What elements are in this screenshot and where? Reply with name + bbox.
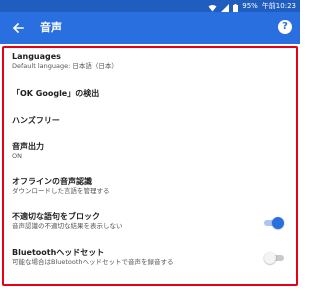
setting-languages[interactable]: Languages Default language: 日本語（日本） — [12, 52, 288, 71]
help-icon: ? — [282, 21, 288, 32]
page-title: 音声 — [40, 21, 62, 34]
setting-block-offensive-summary: 音声認識の不適切な結果を表示しない — [12, 222, 123, 230]
status-bar: 95% 午前10:23 — [0, 0, 300, 12]
setting-block-offensive[interactable]: 不適切な語句をブロック 音声認識の不適切な結果を表示しない — [12, 212, 288, 231]
setting-block-offensive-title: 不適切な語句をブロック — [12, 212, 100, 221]
setting-languages-summary: Default language: 日本語（日本） — [12, 62, 118, 70]
toggle-thumb — [264, 252, 276, 264]
battery-percent: 95% — [242, 2, 258, 10]
setting-offline-recognition[interactable]: オフラインの音声認識 ダウンロードした言語を管理する — [12, 177, 288, 196]
setting-bluetooth-headset[interactable]: Bluetoothヘッドセット 可能な場合はBluetoothヘッドセットで音声… — [12, 248, 288, 267]
back-button[interactable] — [8, 18, 28, 38]
help-button[interactable]: ? — [278, 20, 292, 34]
setting-hands-free[interactable]: ハンズフリー — [12, 116, 288, 126]
setting-ok-google-title: 「OK Google」の検出 — [12, 89, 100, 98]
bluetooth-headset-toggle[interactable] — [264, 252, 284, 264]
setting-bluetooth-headset-title: Bluetoothヘッドセット — [12, 248, 105, 257]
setting-ok-google[interactable]: 「OK Google」の検出 — [12, 89, 288, 99]
block-offensive-toggle[interactable] — [264, 217, 284, 229]
toolbar: 音声 ? — [0, 12, 300, 44]
setting-hands-free-title: ハンズフリー — [12, 116, 60, 125]
toggle-thumb — [272, 217, 284, 229]
setting-bluetooth-headset-summary: 可能な場合はBluetoothヘッドセットで音声を録音する — [12, 258, 174, 266]
setting-speech-output-title: 音声出力 — [12, 142, 44, 151]
setting-offline-recognition-summary: ダウンロードした言語を管理する — [12, 187, 110, 195]
arrow-left-icon — [12, 19, 24, 38]
setting-languages-title: Languages — [12, 52, 61, 61]
setting-offline-recognition-title: オフラインの音声認識 — [12, 177, 92, 186]
setting-speech-output-summary: ON — [12, 152, 22, 160]
setting-speech-output[interactable]: 音声出力 ON — [12, 142, 288, 161]
clock: 午前10:23 — [261, 2, 296, 10]
